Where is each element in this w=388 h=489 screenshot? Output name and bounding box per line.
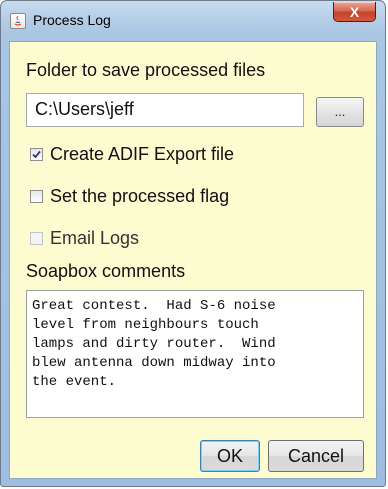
window-title: Process Log (33, 12, 111, 28)
email-logs-checkbox[interactable] (30, 231, 43, 245)
option-email-logs[interactable]: Email Logs (30, 226, 139, 250)
option-create-adif[interactable]: Create ADIF Export file (30, 142, 234, 166)
comments-label: Soapbox comments (26, 261, 186, 281)
close-button[interactable]: X (333, 2, 376, 22)
email-logs-label: Email Logs (50, 227, 140, 248)
create-adif-label: Create ADIF Export file (50, 143, 235, 164)
option-set-processed[interactable]: Set the processed flag (30, 184, 229, 208)
soapbox-comments-textarea[interactable]: Great contest. Had S-6 noise level from … (26, 290, 364, 418)
cancel-button[interactable]: Cancel (268, 440, 364, 472)
title-bar[interactable]: Process Log X (1, 1, 385, 41)
create-adif-checkbox[interactable] (30, 147, 43, 161)
process-log-window: Process Log X Folder to save processed f… (0, 0, 386, 487)
set-processed-checkbox[interactable] (30, 189, 43, 203)
checkmark-icon (32, 150, 41, 158)
browse-button[interactable]: ... (316, 97, 364, 127)
folder-path-input[interactable]: C:\Users\jeff (26, 93, 304, 127)
ok-button[interactable]: OK (200, 440, 260, 472)
java-app-icon (10, 13, 26, 29)
close-icon: X (349, 3, 360, 20)
folder-label: Folder to save processed files (26, 60, 266, 80)
set-processed-label: Set the processed flag (50, 185, 230, 206)
dialog-body: Folder to save processed files C:\Users\… (9, 41, 377, 479)
